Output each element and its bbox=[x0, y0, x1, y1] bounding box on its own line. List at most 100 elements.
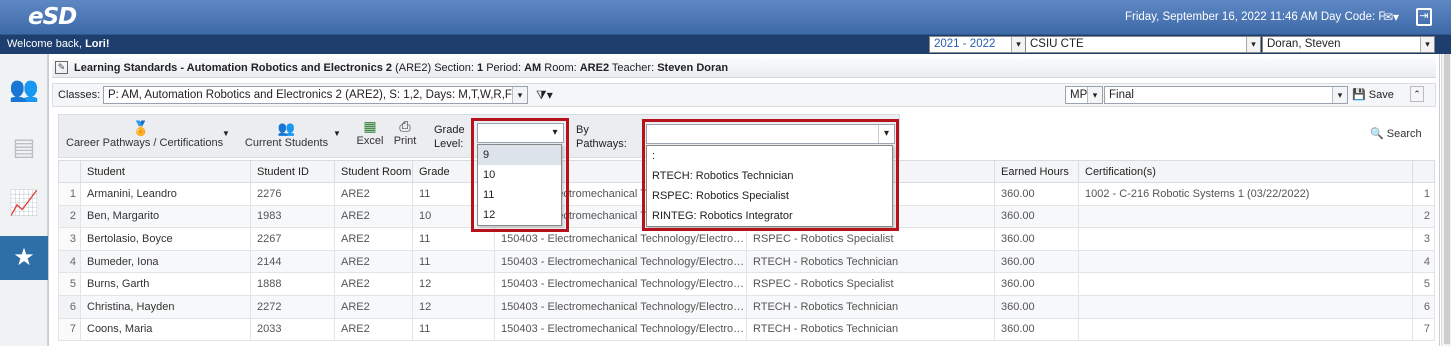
student-name-cell: Armanini, Leandro bbox=[80, 182, 251, 206]
row-number-cell: 2 bbox=[58, 204, 81, 229]
collapse-icon[interactable]: ⌃ bbox=[1410, 86, 1424, 102]
gradebook-icon[interactable]: ▤ bbox=[8, 132, 40, 164]
earned-hours-cell: 360.00 bbox=[994, 317, 1079, 342]
student-name-cell: Bumeder, Iona bbox=[80, 249, 251, 274]
student-id-cell: 2276 bbox=[250, 182, 335, 206]
program-cell: 150403 - Electromechanical Technology/El… bbox=[494, 317, 747, 342]
page-title-bar: ✎ Learning Standards - Automation Roboti… bbox=[52, 58, 1436, 78]
student-name-cell: Bertolasio, Boyce bbox=[80, 227, 251, 251]
row-number-right-cell: 6 bbox=[1412, 294, 1435, 319]
grade-cell: 12 bbox=[412, 294, 495, 319]
program-cell: 150403 - Electromechanical Technology/El… bbox=[494, 294, 747, 319]
row-number-cell: 4 bbox=[58, 249, 81, 274]
chevron-down-icon: ▾ bbox=[512, 87, 527, 103]
program-cell: 150403 - Electromechanical Technology/El… bbox=[494, 249, 747, 274]
row-number-right-cell: 3 bbox=[1412, 227, 1435, 251]
row-number-right-cell: 1 bbox=[1412, 182, 1435, 206]
pathways-select[interactable]: ▾ bbox=[646, 124, 895, 144]
grade-option[interactable]: 12 bbox=[478, 205, 561, 225]
app-logo[interactable]: eSD bbox=[28, 4, 77, 30]
row-number-right-cell: 4 bbox=[1412, 249, 1435, 274]
mail-icon[interactable]: ✉▾ bbox=[1383, 10, 1407, 26]
student-id-cell: 1983 bbox=[250, 204, 335, 229]
marking-period-select[interactable]: MP ▾ bbox=[1065, 86, 1103, 104]
grade-option[interactable]: 9 bbox=[478, 145, 561, 165]
print-button[interactable]: ⎙ Print bbox=[391, 118, 419, 147]
app-header: eSD Friday, September 16, 2022 11:46 AM … bbox=[0, 0, 1451, 35]
earned-hours-cell: 360.00 bbox=[994, 272, 1079, 296]
analytics-icon[interactable]: 📈 bbox=[8, 188, 40, 220]
student-id-cell: 2033 bbox=[250, 317, 335, 342]
student-room-cell: ARE2 bbox=[334, 249, 413, 274]
grade-option[interactable]: 10 bbox=[478, 165, 561, 185]
term-select[interactable]: Final ▾ bbox=[1104, 86, 1348, 104]
table-row[interactable]: 3 Bertolasio, Boyce 2267 ARE2 11 150403 - Ele… bbox=[58, 227, 1435, 251]
learning-standards-icon[interactable]: ★ bbox=[0, 236, 48, 280]
grade-level-select[interactable]: ▾ bbox=[477, 123, 564, 143]
column-header-student-room[interactable]: Student Room bbox=[334, 160, 413, 183]
grade-level-options: 9 10 11 12 bbox=[477, 144, 562, 226]
pathways-label: By Pathways: bbox=[576, 124, 627, 150]
column-header-earned-hours[interactable]: Earned Hours bbox=[994, 160, 1079, 183]
pathway-cell: RSPEC - Robotics Specialist bbox=[746, 227, 995, 251]
table-row[interactable]: 4 Bumeder, Iona 2144 ARE2 11 150403 - Electro… bbox=[58, 249, 1435, 274]
chevron-down-icon[interactable]: ▼ bbox=[333, 129, 341, 138]
column-header-student-id[interactable]: Student ID bbox=[250, 160, 335, 183]
earned-hours-cell: 360.00 bbox=[994, 294, 1079, 319]
pathway-option[interactable]: : bbox=[647, 146, 892, 166]
search-icon: 🔍 bbox=[1370, 128, 1384, 140]
pathway-option[interactable]: RSPEC: Robotics Specialist bbox=[647, 186, 892, 206]
students-icon: 👥 bbox=[277, 120, 296, 136]
chevron-down-icon: ▾ bbox=[1332, 87, 1347, 103]
student-id-cell: 1888 bbox=[250, 272, 335, 296]
earned-hours-cell: 360.00 bbox=[994, 204, 1079, 229]
certifications-cell bbox=[1078, 317, 1413, 342]
excel-icon: ▦ bbox=[363, 118, 377, 134]
excel-button[interactable]: ▦ Excel bbox=[354, 118, 386, 147]
pathway-option[interactable]: RINTEG: Robotics Integrator bbox=[647, 206, 892, 226]
school-year-select[interactable]: 2021 - 2022 ▾ bbox=[929, 36, 1026, 53]
career-pathways-button[interactable]: 🏅 Career Pathways / Certifications bbox=[66, 120, 223, 149]
student-room-cell: ARE2 bbox=[334, 204, 413, 229]
filter-icon[interactable]: ⧩▾ bbox=[536, 88, 553, 103]
current-students-button[interactable]: 👥 Current Students bbox=[244, 120, 329, 149]
chevron-down-icon: ▾ bbox=[878, 125, 894, 143]
column-header-rownum bbox=[58, 160, 81, 183]
student-room-cell: ARE2 bbox=[334, 317, 413, 342]
grade-cell: 11 bbox=[412, 227, 495, 251]
chevron-down-icon: ▾ bbox=[552, 127, 558, 138]
search-button[interactable]: 🔍 Search bbox=[1370, 127, 1422, 140]
student-room-cell: ARE2 bbox=[334, 294, 413, 319]
row-number-cell: 5 bbox=[58, 272, 81, 296]
edit-icon: ✎ bbox=[55, 61, 68, 74]
certifications-cell bbox=[1078, 249, 1413, 274]
student-room-cell: ARE2 bbox=[334, 182, 413, 206]
pathway-cell: RTECH - Robotics Technician bbox=[746, 249, 995, 274]
page-title: Learning Standards - Automation Robotics… bbox=[74, 62, 729, 74]
users-icon[interactable]: 👥 bbox=[8, 74, 40, 106]
student-id-cell: 2144 bbox=[250, 249, 335, 274]
pathways-options: : RTECH: Robotics Technician RSPEC: Robo… bbox=[646, 145, 893, 227]
vertical-scrollbar[interactable] bbox=[1441, 54, 1451, 346]
chevron-down-icon[interactable]: ▼ bbox=[222, 129, 230, 138]
scrollbar-thumb[interactable] bbox=[1444, 54, 1450, 344]
table-row[interactable]: 7 Coons, Maria 2033 ARE2 11 150403 - Electrom… bbox=[58, 317, 1435, 342]
building-select[interactable]: CSIU CTE ▾ bbox=[1025, 36, 1261, 53]
table-row[interactable]: 6 Christina, Hayden 2272 ARE2 12 150403 - Ele… bbox=[58, 294, 1435, 319]
user-select[interactable]: Doran, Steven ▾ bbox=[1262, 36, 1435, 53]
logout-icon[interactable]: ⇥ bbox=[1416, 8, 1432, 26]
chevron-down-icon: ▾ bbox=[1420, 37, 1434, 52]
grade-level-label: Grade Level: bbox=[434, 124, 465, 150]
grade-option[interactable]: 11 bbox=[478, 185, 561, 205]
grade-cell: 12 bbox=[412, 272, 495, 296]
pathway-cell: RTECH - Robotics Technician bbox=[746, 317, 995, 342]
earned-hours-cell: 360.00 bbox=[994, 227, 1079, 251]
column-header-certifications[interactable]: Certification(s) bbox=[1078, 160, 1413, 183]
pathway-option[interactable]: RTECH: Robotics Technician bbox=[647, 166, 892, 186]
chevron-down-icon: ▾ bbox=[1011, 37, 1025, 52]
student-name-cell: Burns, Garth bbox=[80, 272, 251, 296]
save-button[interactable]: 💾 Save bbox=[1352, 88, 1394, 101]
table-row[interactable]: 5 Burns, Garth 1888 ARE2 12 150403 - Electrom… bbox=[58, 272, 1435, 296]
column-header-student[interactable]: Student bbox=[80, 160, 251, 183]
classes-select[interactable]: P: AM, Automation Robotics and Electroni… bbox=[103, 86, 528, 104]
